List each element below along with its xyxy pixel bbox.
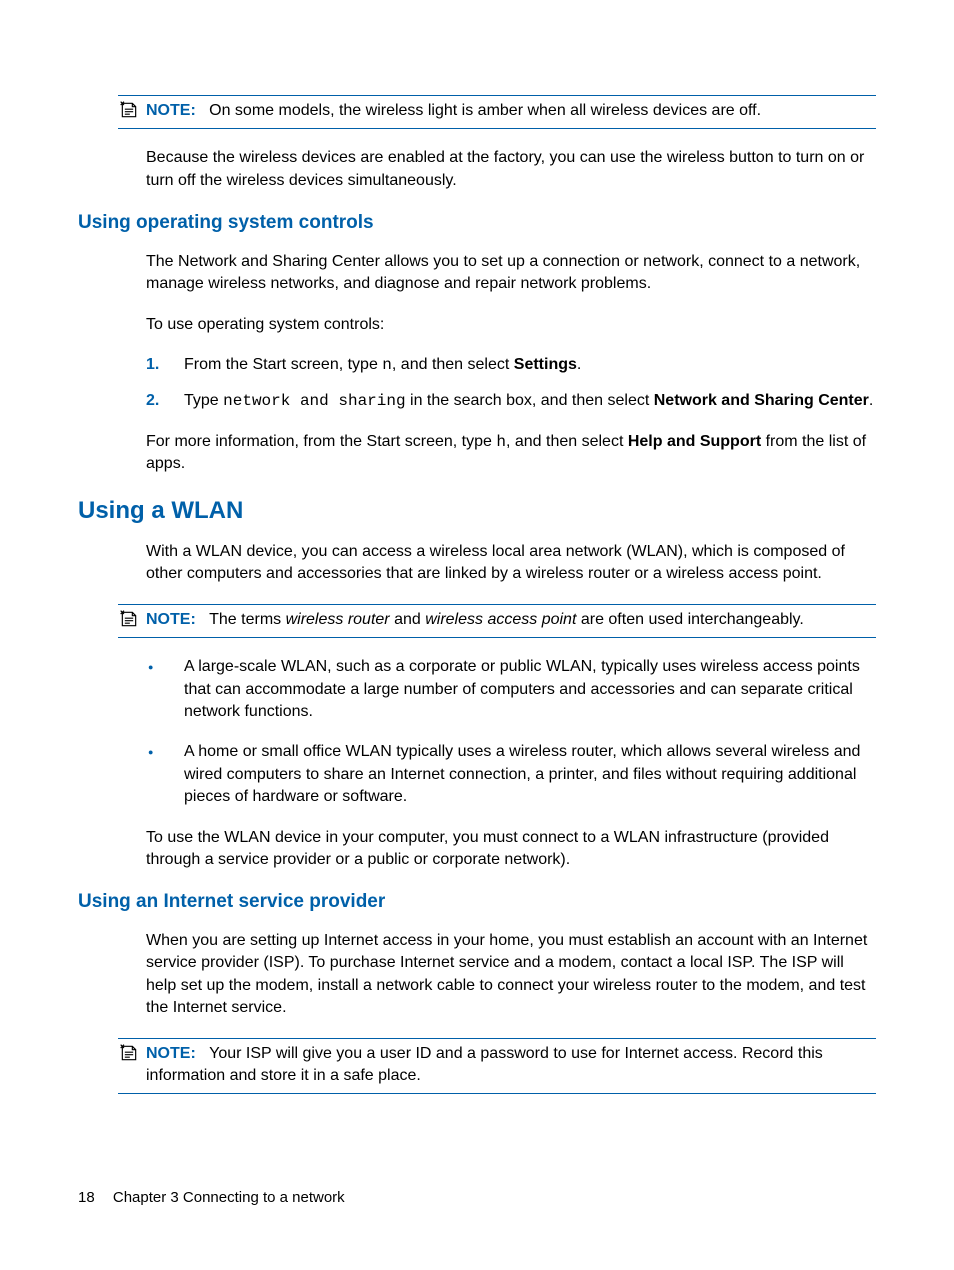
note-label: NOTE: — [146, 102, 196, 119]
note-text: On some models, the wireless light is am… — [209, 102, 761, 119]
paragraph-touse: To use operating system controls: — [146, 314, 876, 336]
step-number: 2. — [146, 390, 159, 412]
paragraph-netshare: The Network and Sharing Center allows yo… — [146, 251, 876, 296]
bullet-list: A large-scale WLAN, such as a corporate … — [146, 656, 876, 808]
note-box-2: NOTE: The terms wireless router and wire… — [118, 604, 876, 638]
paragraph-factory: Because the wireless devices are enabled… — [146, 147, 876, 192]
note-text: Your ISP will give you a user ID and a p… — [146, 1045, 823, 1084]
note-label: NOTE: — [146, 1045, 196, 1062]
note-icon — [118, 609, 140, 629]
document-page: NOTE: On some models, the wireless light… — [0, 0, 954, 1094]
step-number: 1. — [146, 354, 159, 376]
step-1: 1. From the Start screen, type n, and th… — [146, 354, 876, 376]
ordered-steps: 1. From the Start screen, type n, and th… — [146, 354, 876, 413]
note-box-3: NOTE: Your ISP will give you a user ID a… — [118, 1038, 876, 1095]
heading-wlan: Using a WLAN — [78, 494, 876, 528]
bullet-1: A large-scale WLAN, such as a corporate … — [146, 656, 876, 723]
heading-isp: Using an Internet service provider — [78, 889, 876, 916]
paragraph-wlan: With a WLAN device, you can access a wir… — [146, 541, 876, 586]
note-icon — [118, 1043, 140, 1063]
page-number: 18 — [78, 1189, 95, 1206]
note-icon — [118, 100, 140, 120]
page-footer: 18 Chapter 3 Connecting to a network — [78, 1187, 345, 1208]
paragraph-wlan-infra: To use the WLAN device in your computer,… — [146, 827, 876, 872]
bullet-2: A home or small office WLAN typically us… — [146, 741, 876, 808]
paragraph-moreinfo: For more information, from the Start scr… — [146, 431, 876, 476]
paragraph-isp: When you are setting up Internet access … — [146, 930, 876, 1020]
chapter-title: Chapter 3 Connecting to a network — [113, 1189, 345, 1206]
note-label: NOTE: — [146, 611, 196, 628]
step-2: 2. Type network and sharing in the searc… — [146, 390, 876, 412]
heading-os-controls: Using operating system controls — [78, 210, 876, 237]
note-box-1: NOTE: On some models, the wireless light… — [118, 95, 876, 129]
